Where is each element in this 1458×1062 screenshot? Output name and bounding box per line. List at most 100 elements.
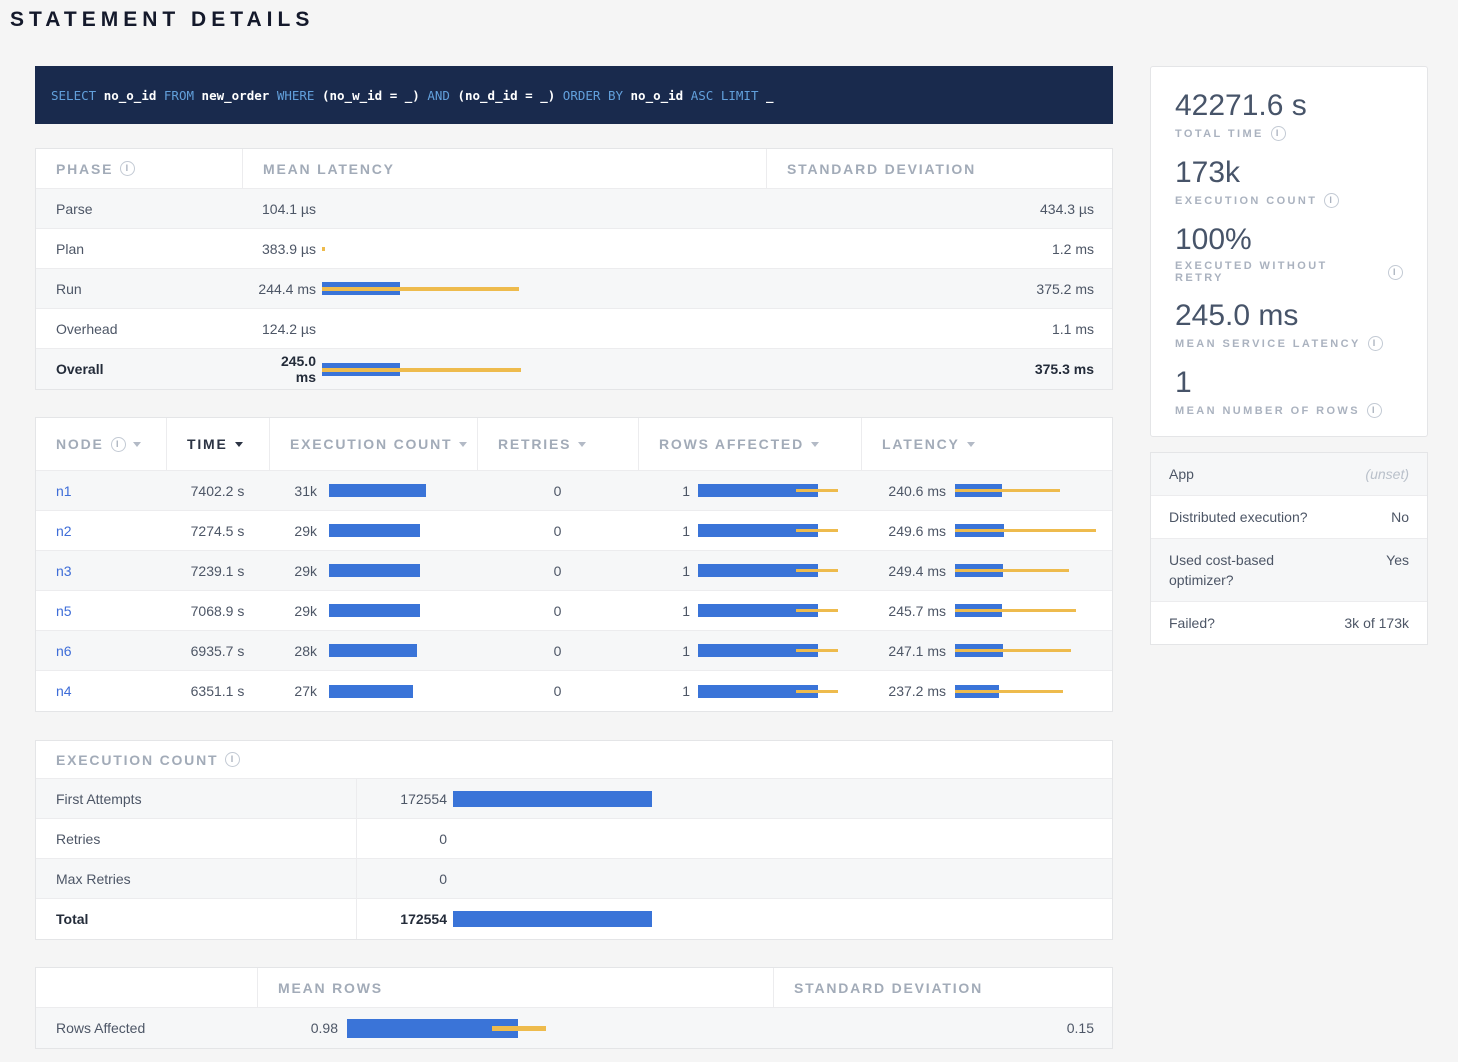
sql-identifier: _ (766, 88, 774, 103)
rows-affected-bar (698, 524, 861, 537)
exec-count-value: 0 (357, 871, 447, 887)
execution-count-value: 29k (269, 563, 317, 579)
node-link[interactable]: n3 (56, 563, 72, 579)
node-rows-affected-cell: 1 (638, 483, 861, 499)
exec-row-label: Total (36, 911, 356, 927)
mean-latency-header-label: MEAN LATENCY (263, 161, 395, 177)
standard-deviation-header-label: STANDARD DEVIATION (787, 161, 976, 177)
mean-latency-cell: 383.9 µs (242, 241, 766, 257)
stat-label: TOTAL TIME (1175, 126, 1403, 141)
stat-value: 173k (1175, 156, 1403, 190)
sql-identifier: (no_d_id = _) (457, 88, 562, 103)
node-column-header[interactable]: NODE (36, 436, 166, 452)
exec-count-value: 172554 (357, 791, 447, 807)
mean-latency-value: 244.4 ms (242, 281, 316, 297)
time-column-header[interactable]: TIME (166, 418, 269, 470)
rows-affected-table: MEAN ROWS STANDARD DEVIATION Rows Affect… (35, 967, 1113, 1049)
standard-deviation-value: 375.2 ms (766, 281, 1114, 297)
latency-column-header[interactable]: LATENCY (861, 418, 1114, 470)
latency-header-label: LATENCY (882, 436, 960, 452)
detail-value: (unset) (1334, 464, 1427, 484)
mean-rows-column-header: MEAN ROWS (257, 968, 773, 1007)
latency-bar (955, 484, 1114, 497)
node-time-value: 6351.1 s (166, 683, 269, 699)
rows-affected-column-header[interactable]: ROWS AFFECTED (638, 418, 861, 470)
latency-bar (955, 644, 1114, 657)
sql-keyword: WHERE (277, 88, 322, 103)
stat-value: 42271.6 s (1175, 89, 1403, 123)
execution-count-value: 31k (269, 483, 317, 499)
exec-row-label: Max Retries (36, 871, 356, 887)
exec-row-label: First Attempts (36, 791, 356, 807)
stat-label-text: EXECUTION COUNT (1175, 195, 1317, 207)
exec-count-value: 0 (357, 831, 447, 847)
rows-affected-value: 1 (638, 643, 690, 659)
table-row: n6 6935.7 s 28k 0 1 247.1 ms (36, 631, 1112, 671)
node-execution-count-cell: 29k (269, 603, 477, 619)
exec-value-cell: 0 (356, 859, 1114, 898)
node-execution-count-cell: 29k (269, 563, 477, 579)
node-retries-value: 0 (477, 523, 638, 539)
node-link[interactable]: n5 (56, 603, 72, 619)
phase-header-label: PHASE (56, 161, 113, 177)
info-icon[interactable] (1324, 193, 1339, 208)
mean-latency-cell: 104.1 µs (242, 201, 766, 217)
latency-bar (322, 363, 766, 376)
info-icon[interactable] (111, 437, 126, 452)
rows-affected-table-header: MEAN ROWS STANDARD DEVIATION (36, 968, 1112, 1008)
mean-rows-value: 0.98 (257, 1020, 338, 1036)
node-time-value: 7239.1 s (166, 563, 269, 579)
node-execution-count-cell: 29k (269, 523, 477, 539)
execution-count-bar (329, 685, 477, 698)
execution-count-title: EXECUTION COUNT (36, 752, 1114, 768)
node-retries-value: 0 (477, 483, 638, 499)
table-row: Retries 0 (36, 819, 1112, 859)
info-icon[interactable] (120, 161, 135, 176)
latency-bar (955, 685, 1114, 698)
table-row: Plan 383.9 µs 1.2 ms (36, 229, 1112, 269)
node-rows-affected-cell: 1 (638, 563, 861, 579)
info-icon[interactable] (225, 752, 240, 767)
detail-label: Used cost-based optimizer? (1151, 550, 1334, 590)
retries-column-header[interactable]: RETRIES (477, 418, 638, 470)
node-execution-count-cell: 27k (269, 683, 477, 699)
mean-latency-value: 245.0 ms (242, 353, 316, 385)
latency-value: 249.6 ms (861, 523, 946, 539)
sql-statement: SELECT no_o_id FROM new_order WHERE (no_… (35, 66, 1113, 124)
detail-value: Yes (1334, 550, 1427, 570)
exec-row-label: Retries (36, 831, 356, 847)
execution-count-bar (329, 524, 477, 537)
node-time-value: 7402.2 s (166, 483, 269, 499)
execution-count-column-header[interactable]: EXECUTION COUNT (269, 418, 477, 470)
node-link[interactable]: n2 (56, 523, 72, 539)
info-icon[interactable] (1367, 403, 1382, 418)
info-icon[interactable] (1271, 126, 1286, 141)
node-rows-affected-cell: 1 (638, 643, 861, 659)
sort-arrow-icon (578, 442, 586, 447)
execution-count-title-label: EXECUTION COUNT (56, 752, 218, 768)
sort-arrow-icon (235, 442, 243, 447)
node-link[interactable]: n6 (56, 643, 72, 659)
node-link[interactable]: n1 (56, 483, 72, 499)
node-time-value: 6935.7 s (166, 643, 269, 659)
execution-count-value: 29k (269, 523, 317, 539)
sql-keyword: SELECT (51, 88, 104, 103)
node-latency-cell: 247.1 ms (861, 643, 1114, 659)
sql-identifier: (no_w_id = _) (322, 88, 427, 103)
mean-latency-cell: 124.2 µs (242, 321, 766, 337)
rows-affected-bar (698, 484, 861, 497)
table-row: Rows Affected 0.98 0.15 (36, 1008, 1112, 1048)
sql-identifier: no_o_id (104, 88, 164, 103)
info-icon[interactable] (1388, 265, 1403, 280)
phase-table-header: PHASE MEAN LATENCY STANDARD DEVIATION (36, 149, 1112, 189)
execution-count-bar (329, 644, 477, 657)
sql-keyword: AND (427, 88, 457, 103)
execution-count-bar (453, 831, 1114, 847)
detail-label: App (1151, 464, 1334, 484)
table-row: Total 172554 (36, 899, 1112, 939)
node-link[interactable]: n4 (56, 683, 72, 699)
detail-row-distributed-execution: Distributed execution? No (1151, 496, 1427, 539)
latency-bar (322, 242, 766, 255)
table-row: Parse 104.1 µs 434.3 µs (36, 189, 1112, 229)
info-icon[interactable] (1368, 336, 1383, 351)
